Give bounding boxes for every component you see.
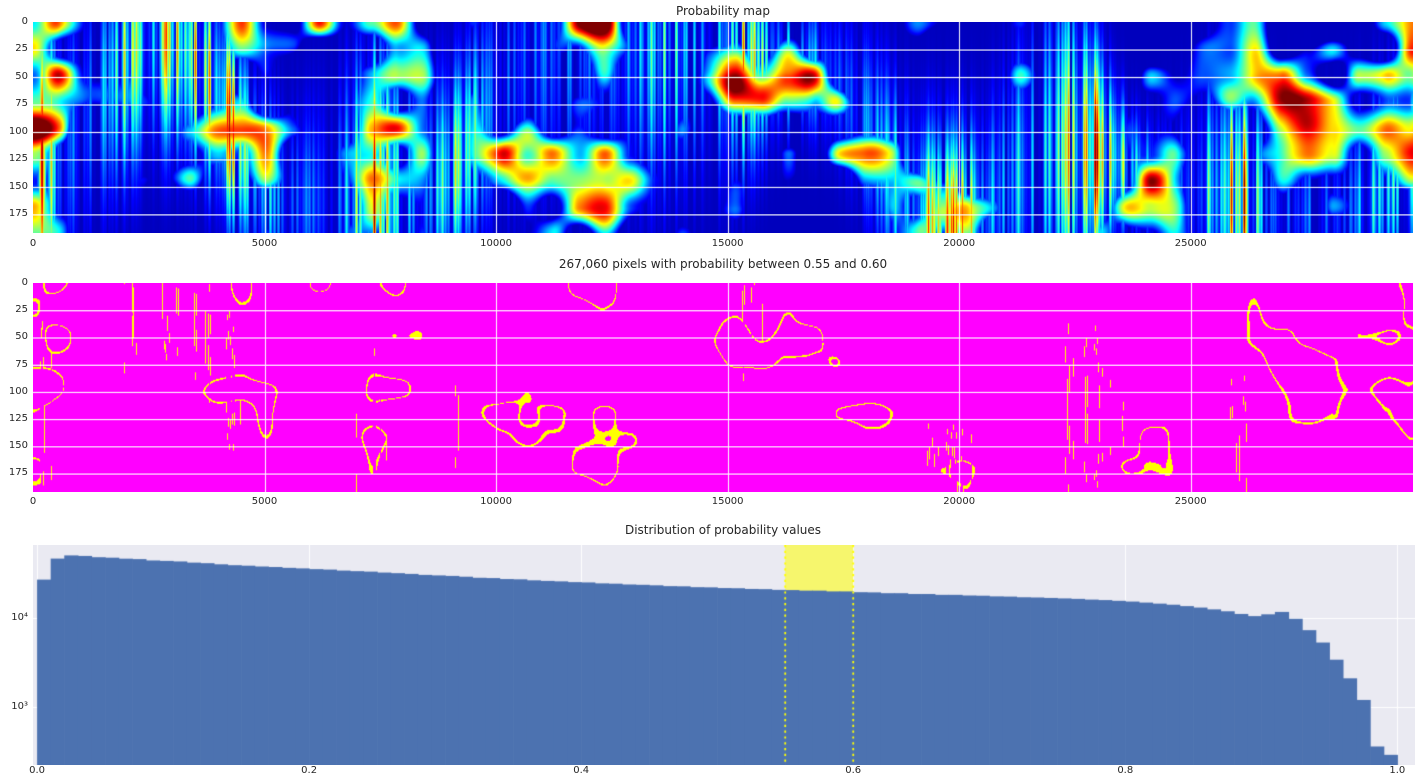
heatmap2-y-tick-label: 50: [0, 331, 28, 343]
histogram-x-tick-label: 0.0: [5, 765, 69, 777]
histogram-x-tick-label: 0.8: [1093, 765, 1157, 777]
histogram-y-tick-label: 10³: [0, 701, 28, 713]
heatmap1-y-tick-label: 0: [0, 16, 28, 28]
heatmap1-y-tick-label: 75: [0, 98, 28, 110]
heatmap2-x-tick-label: 5000: [233, 496, 297, 508]
heatmap1-x-tick-label: 10000: [464, 238, 528, 250]
heatmap1-x-tick-label: 5000: [233, 238, 297, 250]
heatmap1-y-tick-label: 50: [0, 71, 28, 83]
heatmap2-y-tick-label: 0: [0, 277, 28, 289]
histogram-bars: [33, 545, 1415, 765]
heatmap2-x-tick-label: 0: [1, 496, 65, 508]
heatmap2-y-tick-label: 125: [0, 413, 28, 425]
band-mask-heatmap: [33, 283, 1413, 492]
heatmap1-y-tick-label: 25: [0, 43, 28, 55]
histogram-x-tick-label: 1.0: [1365, 765, 1420, 777]
probability-map-heatmap: [33, 22, 1413, 233]
histogram-title: Distribution of probability values: [33, 523, 1413, 537]
heatmap2-y-tick-label: 175: [0, 467, 28, 479]
histogram-x-tick-label: 0.4: [549, 765, 613, 777]
heatmap2-y-tick-label: 25: [0, 304, 28, 316]
histogram-x-tick-label: 0.6: [821, 765, 885, 777]
heatmap1-y-tick-label: 100: [0, 126, 28, 138]
probability-map-title: Probability map: [33, 4, 1413, 18]
heatmap2-y-tick-label: 100: [0, 386, 28, 398]
heatmap2-y-tick-label: 75: [0, 359, 28, 371]
heatmap1-y-tick-label: 150: [0, 181, 28, 193]
band-mask-title: 267,060 pixels with probability between …: [33, 257, 1413, 271]
heatmap1-x-tick-label: 25000: [1159, 238, 1223, 250]
heatmap1-x-tick-label: 0: [1, 238, 65, 250]
heatmap2-x-tick-label: 20000: [927, 496, 991, 508]
heatmap1-x-tick-label: 20000: [927, 238, 991, 250]
heatmap1-y-tick-label: 175: [0, 208, 28, 220]
heatmap1-y-tick-label: 125: [0, 153, 28, 165]
heatmap2-x-tick-label: 15000: [696, 496, 760, 508]
heatmap2-y-tick-label: 150: [0, 440, 28, 452]
histogram-x-tick-label: 0.2: [277, 765, 341, 777]
heatmap1-x-tick-label: 15000: [696, 238, 760, 250]
heatmap2-x-tick-label: 10000: [464, 496, 528, 508]
figure: Probability map 267,060 pixels with prob…: [0, 0, 1420, 780]
histogram-y-tick-label: 10⁴: [0, 612, 28, 624]
heatmap2-x-tick-label: 25000: [1159, 496, 1223, 508]
